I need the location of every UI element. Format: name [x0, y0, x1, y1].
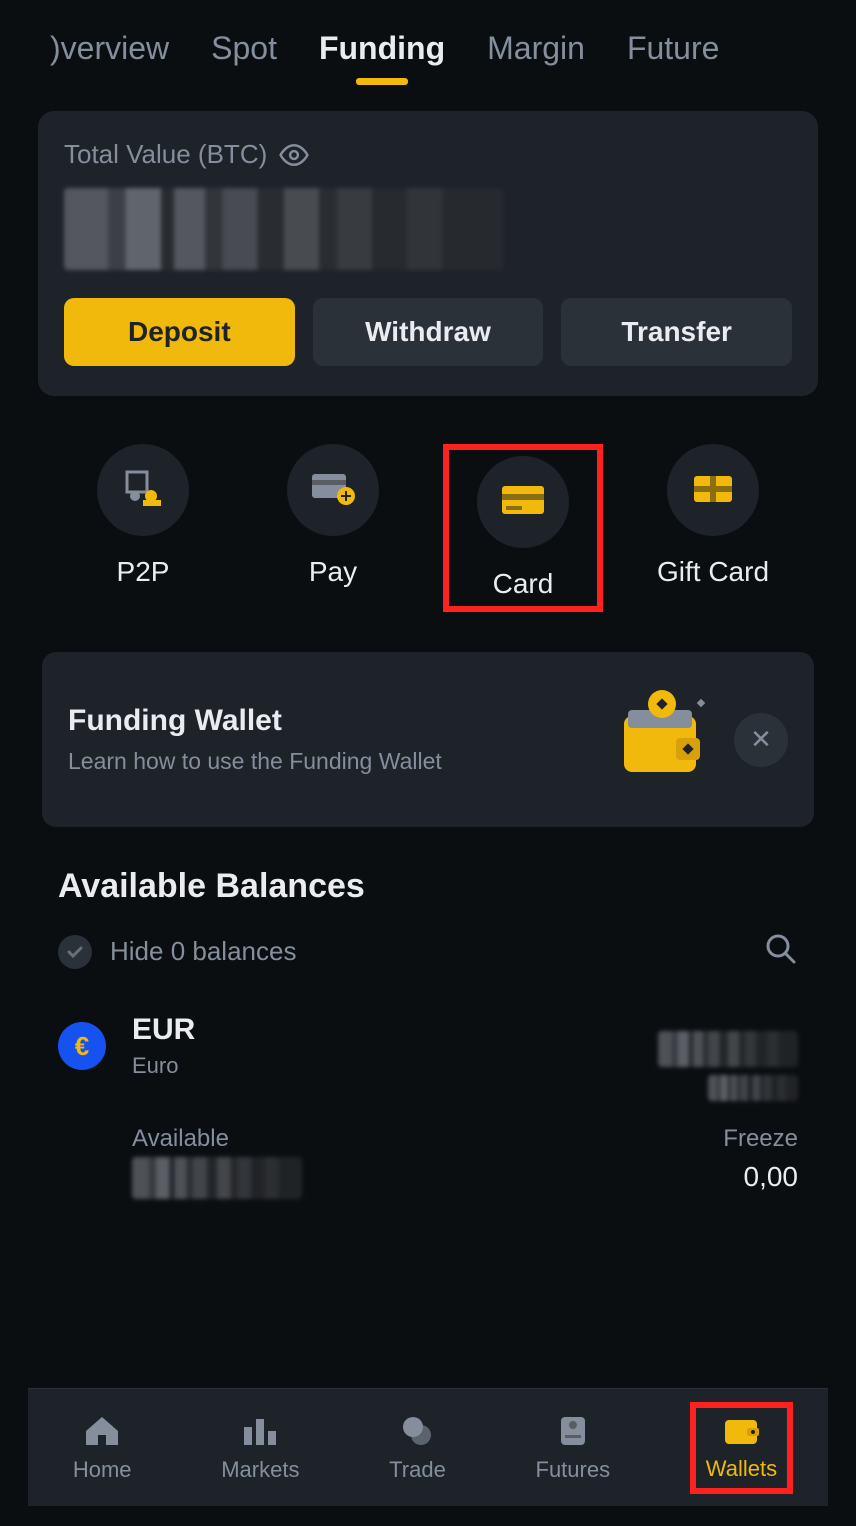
quick-card-label: Card	[493, 568, 554, 600]
total-value-amount-redacted	[64, 188, 504, 270]
funding-wallet-banner[interactable]: Funding Wallet Learn how to use the Fund…	[42, 652, 814, 827]
gift-card-icon	[688, 468, 738, 513]
eye-icon[interactable]	[279, 144, 309, 166]
deposit-button[interactable]: Deposit	[64, 298, 295, 366]
freeze-value: 0,00	[723, 1161, 798, 1193]
close-icon: ✕	[750, 724, 772, 755]
quick-gift-label: Gift Card	[657, 556, 769, 588]
quick-gift-card[interactable]: Gift Card	[633, 444, 793, 612]
nav-home[interactable]: Home	[63, 1407, 142, 1489]
withdraw-button[interactable]: Withdraw	[313, 298, 544, 366]
wallet-icon	[606, 682, 716, 797]
search-icon[interactable]	[764, 932, 798, 971]
banner-close-button[interactable]: ✕	[734, 713, 788, 767]
quick-p2p[interactable]: P2P	[63, 444, 223, 612]
nav-home-label: Home	[73, 1457, 132, 1483]
wallet-tabs: )verview Spot Funding Margin Future	[28, 0, 828, 103]
quick-actions: P2P Pay Card Gift Card	[28, 396, 828, 652]
nav-wallets[interactable]: Wallets	[690, 1402, 793, 1494]
tab-futures[interactable]: Future	[627, 30, 719, 85]
total-value-label: Total Value (BTC)	[64, 139, 267, 170]
available-amount-redacted	[132, 1157, 302, 1199]
transfer-button[interactable]: Transfer	[561, 298, 792, 366]
total-value-panel: Total Value (BTC) Deposit Withdraw Trans…	[38, 111, 818, 396]
nav-futures-label: Futures	[536, 1457, 611, 1483]
bottom-nav: Home Markets Trade Futures Wallets	[28, 1388, 828, 1506]
banner-title: Funding Wallet	[68, 704, 588, 738]
banner-subtitle: Learn how to use the Funding Wallet	[68, 748, 588, 775]
tab-spot[interactable]: Spot	[211, 30, 277, 85]
wallet-nav-icon	[721, 1414, 761, 1448]
markets-icon	[240, 1413, 280, 1449]
quick-pay-label: Pay	[309, 556, 357, 588]
available-label: Available	[132, 1125, 302, 1153]
eur-coin-icon: €	[58, 1022, 106, 1070]
asset-symbol: EUR	[132, 1013, 195, 1047]
hide-zero-label: Hide 0 balances	[110, 936, 296, 967]
asset-balance-redacted-2	[708, 1075, 798, 1101]
nav-futures[interactable]: Futures	[526, 1407, 621, 1489]
quick-p2p-label: P2P	[117, 556, 170, 588]
futures-icon	[553, 1413, 593, 1449]
nav-trade-label: Trade	[389, 1457, 446, 1483]
asset-balance-redacted	[658, 1031, 798, 1067]
pay-icon	[308, 468, 358, 513]
tab-overview[interactable]: )verview	[50, 30, 169, 85]
card-icon	[498, 482, 548, 523]
nav-trade[interactable]: Trade	[379, 1407, 456, 1489]
available-balances-title: Available Balances	[28, 827, 828, 926]
home-icon	[82, 1413, 122, 1449]
hide-zero-balances-toggle[interactable]: Hide 0 balances	[58, 935, 296, 969]
asset-row-eur[interactable]: € EUR Euro Available Freeze 0,00	[28, 997, 828, 1215]
nav-markets[interactable]: Markets	[211, 1407, 309, 1489]
asset-name: Euro	[132, 1053, 195, 1079]
nav-wallets-label: Wallets	[706, 1456, 777, 1482]
tab-funding[interactable]: Funding	[319, 30, 445, 85]
tab-margin[interactable]: Margin	[487, 30, 585, 85]
freeze-label: Freeze	[723, 1125, 798, 1153]
check-icon	[58, 935, 92, 969]
trade-icon	[397, 1413, 437, 1449]
quick-card[interactable]: Card	[443, 444, 603, 612]
p2p-icon	[121, 466, 165, 515]
nav-markets-label: Markets	[221, 1457, 299, 1483]
quick-pay[interactable]: Pay	[253, 444, 413, 612]
